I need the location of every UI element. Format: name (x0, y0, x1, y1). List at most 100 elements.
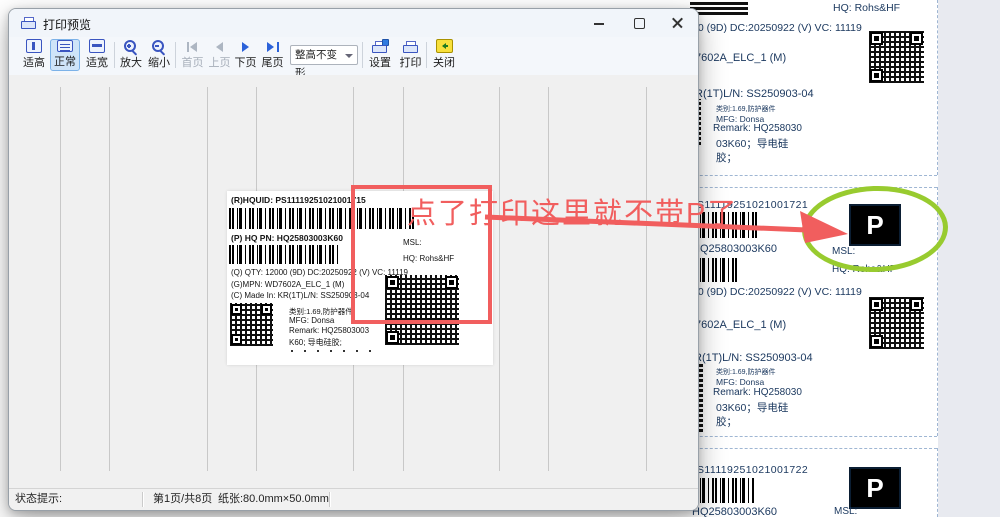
label-border (937, 448, 938, 517)
minus-sign (154, 43, 160, 49)
scale-mode-select[interactable]: 整高不变形 (290, 45, 358, 65)
label-category: 类别:1.69,防护器件 (716, 367, 776, 377)
button-label: 尾页 (262, 54, 284, 70)
close-preview-button[interactable]: 关闭 (430, 39, 458, 71)
screen: HQ: Rohs&HF 00 (9D) DC:20250922 (V) VC: … (0, 0, 1000, 517)
status-separator (329, 492, 330, 507)
label-mpn: 7602A_ELC_1 (M) (695, 319, 786, 331)
title-bar: 打印预览 (9, 9, 698, 37)
label-made-in: (C) Made In: KR(1T)L/N: SS250903-04 (231, 291, 369, 300)
zoom-out-button[interactable]: 缩小 (145, 39, 173, 71)
qr-finder (870, 69, 883, 82)
label-remark: 胶； (716, 414, 737, 429)
toolbar-separator (426, 42, 427, 68)
qr-code (869, 31, 924, 83)
label-remark: 胶； (716, 150, 737, 165)
button-label: 上页 (209, 54, 231, 70)
label-remark: 03K60；导电硅 (716, 136, 788, 151)
label-pn: HQ25803003K60 (692, 506, 777, 517)
label-mfg: MFG: Donsa (289, 316, 334, 325)
next-page-button[interactable]: 下页 (233, 39, 258, 71)
page-indicator: 第1页/共8页 (153, 489, 212, 509)
fit-height-icon (26, 39, 42, 53)
toolbar: 适高 正常 适宽 放大 缩小 首页 (9, 37, 698, 76)
barcode (690, 0, 748, 15)
qr-finder (870, 298, 883, 311)
qr-finder (910, 298, 923, 311)
button-label: 适高 (23, 54, 45, 70)
button-label: 首页 (182, 54, 204, 70)
label-lot: R(1T)L/N: SS250903-04 (695, 88, 814, 100)
label-remark: Remark: HQ25803003 (289, 326, 369, 335)
label-mfg: MFG: Donsa (716, 377, 764, 387)
next-page-icon (238, 42, 254, 52)
window-title: 打印预览 (43, 16, 91, 33)
column-line (646, 87, 647, 471)
toolbar-separator (362, 42, 363, 68)
label-hquid: (R)HQUID: PS11119251021001715 (231, 195, 366, 205)
prev-page-button[interactable]: 上页 (207, 39, 232, 71)
status-label: 状态提示: (15, 489, 62, 509)
column-line (499, 87, 500, 471)
gear-dot (382, 39, 389, 46)
fit-height-button[interactable]: 适高 (19, 39, 49, 71)
maximize-button[interactable] (629, 14, 649, 32)
p-letter: P (866, 473, 883, 504)
label-serial: S11119251021001722 (697, 464, 808, 476)
fit-width-button[interactable]: 适宽 (82, 39, 112, 71)
label-category: 类别:1.69,防护器件 (716, 104, 776, 114)
normal-view-button[interactable]: 正常 (50, 39, 80, 71)
plus-sign (126, 43, 132, 49)
button-label: 设置 (369, 54, 391, 70)
column-line (548, 87, 549, 471)
nav-bar (277, 42, 279, 52)
button-label: 打印 (400, 54, 422, 70)
print-settings-button[interactable]: 设置 (366, 39, 394, 71)
first-page-button[interactable]: 首页 (179, 39, 206, 71)
printer-icon (403, 41, 419, 54)
chevron-down-icon (345, 54, 353, 62)
qr-finder (910, 32, 923, 45)
nav-bar (187, 42, 189, 52)
qr-finder (870, 335, 883, 348)
column-line (109, 87, 110, 471)
toolbar-separator (114, 42, 115, 68)
p-logo: P (849, 467, 901, 509)
zoom-out-icon (151, 40, 167, 54)
zoom-in-button[interactable]: 放大 (117, 39, 145, 71)
toolbar-separator (175, 42, 176, 68)
button-label: 缩小 (148, 54, 170, 70)
label-mpn: 7602A_ELC_1 (M) (695, 52, 786, 64)
label-remark: Remark: HQ258030 (713, 123, 802, 134)
annotation-arrow (455, 203, 855, 251)
column-line (60, 87, 61, 471)
minimize-button[interactable] (589, 14, 609, 32)
label-remark: 03K60；导电硅 (716, 400, 788, 415)
label-hq: HQ: Rohs&HF (833, 2, 900, 14)
barcode (229, 245, 339, 264)
background-panel (938, 0, 1000, 517)
qr-finder (870, 32, 883, 45)
last-page-button[interactable]: 尾页 (259, 39, 286, 71)
qr-code (869, 297, 924, 349)
fit-width-icon (89, 39, 105, 53)
zoom-in-icon (123, 40, 139, 54)
button-label: 放大 (120, 54, 142, 70)
status-bar: 状态提示: 第1页/共8页 纸张:80.0mm×50.0mm (9, 488, 698, 510)
print-button[interactable]: 打印 (397, 39, 424, 71)
arrow-head (800, 211, 848, 243)
label-pn: (P) HQ PN: HQ25803003K60 (231, 233, 343, 243)
button-label: 下页 (235, 54, 257, 70)
qr-code (230, 303, 273, 346)
exit-icon (436, 39, 453, 53)
prev-page-icon (212, 42, 228, 52)
label-remark: Remark: HQ258030 (713, 387, 802, 398)
barcode (692, 258, 739, 282)
button-label: 适宽 (86, 54, 108, 70)
status-separator (142, 492, 143, 507)
label-msl: MSL: (834, 506, 857, 517)
dots-row (291, 350, 381, 352)
normal-view-icon (57, 40, 73, 52)
close-window-button[interactable] (667, 14, 687, 32)
qr-finder (231, 334, 242, 345)
